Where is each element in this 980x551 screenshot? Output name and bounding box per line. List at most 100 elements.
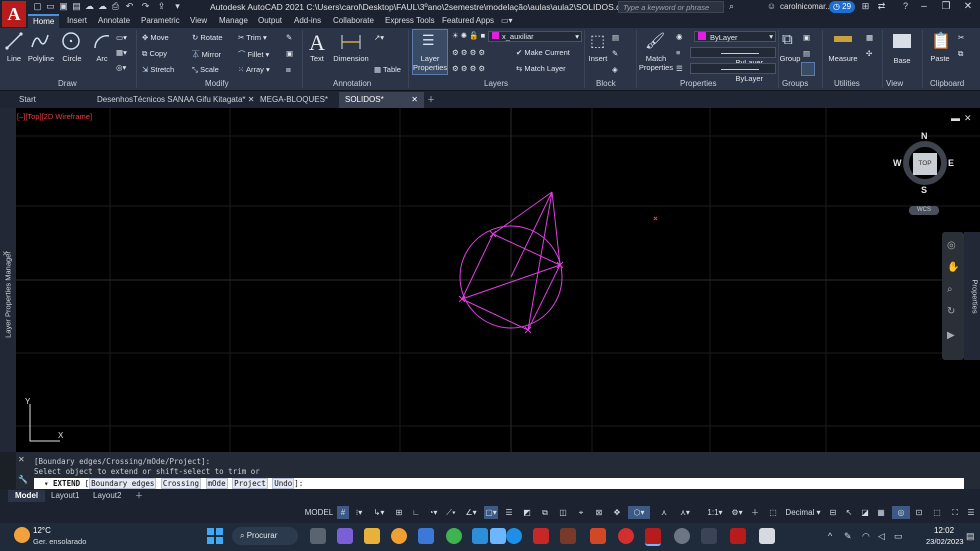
viewport-minimize-icon[interactable]: ▬ — [951, 113, 960, 123]
modify-panel-label[interactable]: Modify — [205, 79, 229, 88]
tab-featured-apps[interactable]: Featured Apps — [437, 14, 499, 28]
exchange-icon[interactable]: ⇄ — [876, 1, 887, 12]
object-tracking-icon[interactable]: ∠▾ — [462, 506, 480, 519]
edit-block-icon[interactable]: ✎ — [612, 49, 618, 58]
rectangle-icon[interactable]: ▭▾ — [116, 33, 127, 42]
pan-icon[interactable]: ✋ — [947, 262, 959, 273]
orbit-icon[interactable]: ↻ — [947, 306, 955, 317]
make-current-button[interactable]: ✔ Make Current — [516, 48, 570, 57]
stretch-button[interactable]: ⇲ Stretch — [142, 65, 174, 74]
lineweight-dropdown[interactable]: ByLayer — [690, 63, 776, 83]
search-icon[interactable]: ⌕ — [726, 1, 737, 12]
tab-add-ins[interactable]: Add-ins — [289, 14, 326, 28]
view-panel-label[interactable]: View — [886, 79, 903, 88]
cloud-save-icon[interactable]: ☁ — [97, 1, 108, 12]
copy-clip-icon[interactable]: ⧉ — [958, 49, 963, 59]
file-tab-solidos[interactable]: SOLIDOS* ✕ — [339, 92, 424, 108]
draw-panel-label[interactable]: Draw — [58, 79, 77, 88]
option-project[interactable]: Project — [232, 478, 268, 489]
tab-view[interactable]: View — [185, 14, 212, 28]
app-icon-4[interactable] — [490, 528, 506, 544]
chrome-icon[interactable] — [446, 528, 462, 544]
autocad-logo[interactable]: A — [2, 1, 26, 27]
match-layer-button[interactable]: ⇆ Match Layer — [516, 64, 566, 73]
model-space[interactable] — [16, 108, 980, 452]
save-icon[interactable]: ▣ — [58, 1, 69, 12]
chat-icon[interactable] — [337, 528, 353, 544]
minimize-button[interactable]: – — [912, 0, 936, 14]
trim-button[interactable]: ✂ Trim ▾ — [238, 33, 267, 42]
option-crossing[interactable]: Crossing — [160, 478, 202, 489]
showmotion-icon[interactable]: ▶ — [947, 330, 955, 341]
linetype-icon[interactable]: ≡ — [676, 48, 680, 57]
line-entity[interactable] — [527, 191, 553, 331]
region-icon[interactable]: ◎▾ — [116, 63, 126, 72]
tab-collaborate[interactable]: Collaborate — [328, 14, 379, 28]
group-button[interactable]: Group — [778, 54, 802, 63]
graphics-performance-icon[interactable]: ⊡ — [912, 506, 926, 519]
base-button[interactable]: Base — [888, 56, 916, 65]
pen-icon[interactable]: ✎ — [844, 531, 852, 542]
taskbar-search[interactable]: ⌕ Procurar — [232, 527, 298, 545]
copy-button[interactable]: ⧉ Copy — [142, 49, 167, 59]
powerpoint-icon[interactable] — [590, 528, 606, 544]
drawing-canvas[interactable] — [16, 108, 980, 452]
compass-west[interactable]: W — [893, 158, 902, 168]
windows-start-icon[interactable] — [207, 528, 223, 544]
notification-badge[interactable]: ◷ 29 — [829, 1, 855, 13]
cloud-icon[interactable]: ☁ — [84, 1, 95, 12]
opera-icon[interactable] — [618, 528, 634, 544]
move-button[interactable]: ✥ Move — [142, 33, 169, 42]
create-block-icon[interactable]: ▤ — [612, 33, 619, 42]
file-tab-start[interactable]: Start — [13, 92, 95, 108]
app-icon-2[interactable] — [418, 528, 434, 544]
quick-properties-icon[interactable]: ⊟ — [826, 506, 840, 519]
user-name[interactable]: carolnicomar... — [780, 2, 832, 11]
annotation-scale-icon[interactable]: ⋏ — [656, 506, 672, 519]
paste-icon[interactable]: 📋 — [931, 31, 951, 51]
tab-insert[interactable]: Insert — [62, 14, 92, 28]
calculator-icon[interactable]: ▦ — [866, 33, 873, 42]
file-explorer-icon[interactable] — [364, 528, 380, 544]
layers-panel-label[interactable]: Layers — [484, 79, 508, 88]
linetype-dropdown[interactable]: ByLayer — [690, 47, 776, 67]
workspace-icon[interactable]: ⚙▾ — [730, 506, 744, 519]
app-icon-7[interactable] — [759, 528, 775, 544]
customization-icon[interactable]: ☰ — [964, 506, 978, 519]
properties-panel-label[interactable]: Properties — [680, 79, 716, 88]
save-as-icon[interactable]: ▤ — [71, 1, 82, 12]
task-view-icon[interactable] — [310, 528, 326, 544]
file-tab-sanaa[interactable]: DesenhosTécnicos SANAA Gifu Kitagata* ✕ — [91, 92, 260, 108]
option-undo[interactable]: Undo — [272, 478, 295, 489]
block-panel-label[interactable]: Block — [596, 79, 616, 88]
layer-dropdown[interactable]: x_auxiliar ▾ — [488, 31, 582, 42]
tab-model[interactable]: Model — [8, 490, 46, 502]
offset-icon[interactable]: ⧈ — [286, 65, 291, 75]
polyline-button[interactable]: Polyline — [26, 54, 56, 63]
attribute-icon[interactable]: ◈ — [612, 65, 618, 74]
autocad-taskbar-icon[interactable] — [645, 528, 661, 546]
viewport-controls[interactable]: [–][Top][2D Wireframe] — [17, 112, 92, 121]
close-button[interactable]: ✕ — [956, 0, 980, 14]
group-icon[interactable]: ⧉ — [782, 31, 793, 48]
text-icon[interactable]: A — [309, 30, 325, 56]
compass-south[interactable]: S — [921, 185, 927, 195]
taskbar-time[interactable]: 12:02 — [934, 526, 954, 535]
id-point-icon[interactable]: ✣ — [866, 49, 872, 58]
option-mode[interactable]: mOde — [205, 478, 228, 489]
print-icon[interactable]: ⎙ — [110, 1, 121, 12]
line-entity[interactable] — [510, 191, 553, 278]
share-icon[interactable]: ⇪ — [156, 1, 167, 12]
weather-temperature[interactable]: 12°C — [33, 526, 51, 535]
infer-icon[interactable]: ↳▾ — [370, 506, 388, 519]
color-wheel-icon[interactable]: ◉ — [676, 32, 683, 41]
leader-icon[interactable]: ↗▾ — [374, 33, 384, 42]
weather-icon[interactable] — [14, 527, 30, 543]
dynamic-input-icon[interactable]: ⊞ — [392, 506, 406, 519]
layer-state-icons[interactable]: ☀ ✺ 🔓 ■ — [452, 31, 485, 40]
ortho-icon[interactable]: ∟ — [410, 506, 422, 519]
annotation-visibility-icon[interactable]: ⬡▾ — [628, 506, 650, 519]
tab-layout2[interactable]: Layout2 — [86, 490, 128, 502]
selection-cycling-icon[interactable]: ⧉ — [538, 506, 552, 519]
dynamic-ucs-icon[interactable]: ⌖ — [574, 506, 588, 519]
